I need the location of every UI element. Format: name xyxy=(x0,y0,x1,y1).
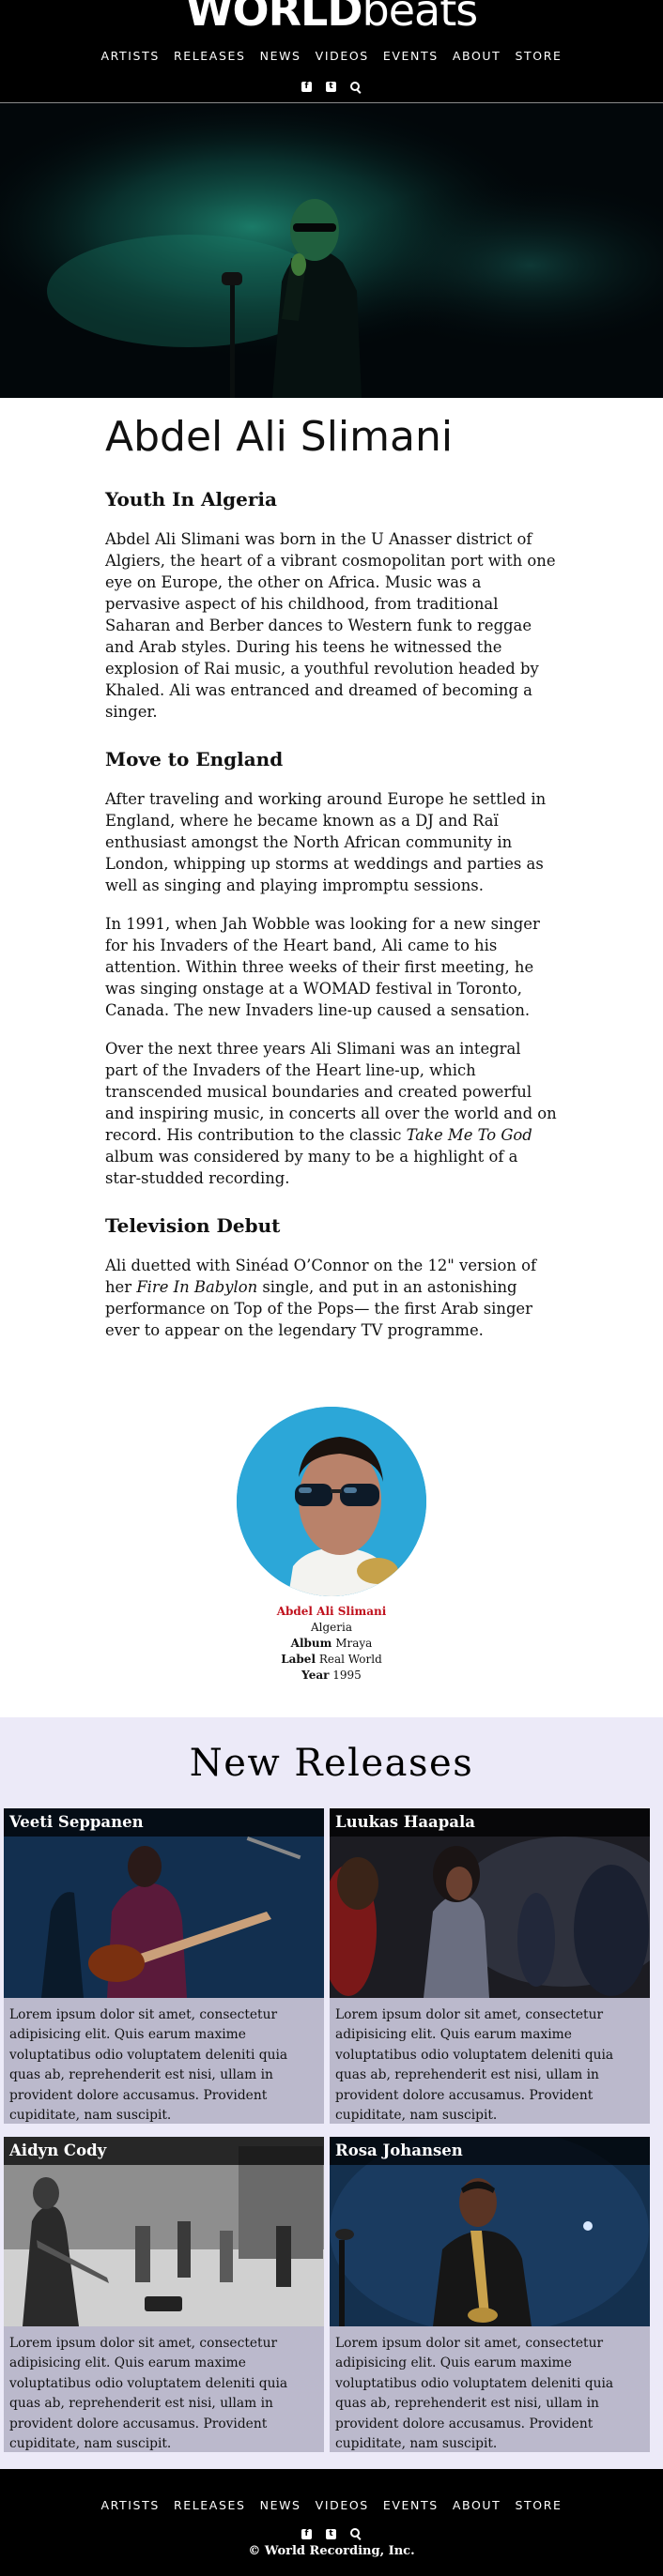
search-icon[interactable] xyxy=(350,2528,362,2539)
release-description: Lorem ipsum dolor sit amet, consectetur … xyxy=(335,2006,614,2124)
nav-news[interactable]: NEWS xyxy=(260,49,301,63)
single-title: Fire In Babylon xyxy=(136,1277,258,1296)
section-heading: Move to England xyxy=(105,747,284,770)
avatar-portrait xyxy=(237,1406,426,1596)
saxophonist-photo xyxy=(330,2136,650,2326)
releases-title: New Releases xyxy=(189,1741,474,1785)
paragraph-text: album was considered by many to be a hig… xyxy=(105,1147,518,1187)
release-photo: Veeti Seppanen xyxy=(4,1807,324,1998)
section-paragraph: Over the next three years Ali Slimani wa… xyxy=(105,1038,558,1189)
album-label: Album xyxy=(290,1636,332,1650)
search-icon[interactable] xyxy=(350,81,362,93)
artist-article: Abdel Ali Slimani Youth In Algeria Abdel… xyxy=(0,413,663,1341)
main-nav: ARTISTS RELEASES NEWS VIDEOS EVENTS ABOU… xyxy=(0,46,663,64)
footer-social-icons: f t xyxy=(0,2524,663,2542)
singer-crowd-photo xyxy=(330,1807,650,1998)
profile-year-row: Year 1995 xyxy=(0,1668,663,1684)
twitter-icon[interactable]: t xyxy=(326,82,336,92)
profile-label-row: Label Real World xyxy=(0,1652,663,1668)
hero-concert-photo xyxy=(0,103,663,398)
release-photo: Aidyn Cody xyxy=(4,2136,324,2326)
releases-grid: Veeti Seppanen Lorem ipsum dolor sit ame… xyxy=(0,1807,663,2452)
section-paragraph: Ali duetted with Sinéad O’Connor on the … xyxy=(105,1255,558,1341)
nav-videos[interactable]: VIDEOS xyxy=(316,49,369,63)
label-value: Real World xyxy=(318,1652,382,1666)
label-label: Label xyxy=(281,1652,316,1666)
footer-nav-releases[interactable]: RELEASES xyxy=(174,2498,246,2512)
site-header: WORLDbeats ARTISTS RELEASES NEWS VIDEOS … xyxy=(0,0,663,103)
avatar xyxy=(237,1406,426,1596)
footer-nav: ARTISTS RELEASES NEWS VIDEOS EVENTS ABOU… xyxy=(0,2495,663,2513)
footer-nav-videos[interactable]: VIDEOS xyxy=(316,2498,369,2512)
album-title: Take Me To God xyxy=(406,1125,532,1144)
release-photo: Luukas Haapala xyxy=(330,1807,650,1998)
guitarist-photo xyxy=(4,1807,324,1998)
site-logo[interactable]: WORLDbeats xyxy=(0,0,663,44)
release-photo: Rosa Johansen xyxy=(330,2136,650,2326)
artist-title: Abdel Ali Slimani xyxy=(105,413,454,461)
nav-artists[interactable]: ARTISTS xyxy=(101,49,160,63)
release-card[interactable]: Luukas Haapala Lorem ipsum dolor sit ame… xyxy=(330,1807,650,2124)
paragraph-text: After traveling and working around Europ… xyxy=(105,789,547,894)
site-footer: ARTISTS RELEASES NEWS VIDEOS EVENTS ABOU… xyxy=(0,2468,663,2576)
footer-nav-news[interactable]: NEWS xyxy=(260,2498,301,2512)
nav-releases[interactable]: RELEASES xyxy=(174,49,246,63)
section-paragraph: After traveling and working around Europ… xyxy=(105,788,558,896)
release-description: Lorem ipsum dolor sit amet, consectetur … xyxy=(9,2335,288,2452)
new-releases-section: New Releases Veeti Seppanen Lorem ipsum … xyxy=(0,1716,663,2469)
section-paragraph: In 1991, when Jah Wobble was looking for… xyxy=(105,913,558,1021)
release-artist-name: Luukas Haapala xyxy=(330,1807,650,1837)
profile-album-row: Album Mraya xyxy=(0,1636,663,1652)
release-description: Lorem ipsum dolor sit amet, consectetur … xyxy=(335,2335,614,2452)
profile-name: Abdel Ali Slimani xyxy=(276,1604,387,1618)
footer-nav-store[interactable]: STORE xyxy=(516,2498,563,2512)
release-description: Lorem ipsum dolor sit amet, consectetur … xyxy=(9,2006,288,2124)
release-artist-name: Aidyn Cody xyxy=(4,2136,324,2165)
facebook-icon[interactable]: f xyxy=(301,82,312,92)
social-icons: f t xyxy=(0,77,663,95)
street-musician-photo xyxy=(4,2136,324,2326)
logo-light-text: beats xyxy=(362,0,479,36)
nav-about[interactable]: ABOUT xyxy=(453,49,501,63)
footer-nav-events[interactable]: EVENTS xyxy=(383,2498,439,2512)
profile-caption: Abdel Ali Slimani Algeria Album Mraya La… xyxy=(0,1604,663,1684)
release-card[interactable]: Rosa Johansen Lorem ipsum dolor sit amet… xyxy=(330,2136,650,2452)
facebook-icon[interactable]: f xyxy=(301,2528,312,2539)
year-value: 1995 xyxy=(332,1668,362,1682)
section-heading: Television Debut xyxy=(105,1213,281,1237)
footer-nav-about[interactable]: ABOUT xyxy=(453,2498,501,2512)
year-label: Year xyxy=(301,1668,330,1682)
nav-events[interactable]: EVENTS xyxy=(383,49,439,63)
release-card[interactable]: Aidyn Cody Lorem ipsum dolor sit amet, c… xyxy=(4,2136,324,2452)
footer-nav-artists[interactable]: ARTISTS xyxy=(101,2498,160,2512)
album-value: Mraya xyxy=(335,1636,373,1650)
nav-store[interactable]: STORE xyxy=(516,49,563,63)
paragraph-text: In 1991, when Jah Wobble was looking for… xyxy=(105,914,540,1019)
section-paragraph: Abdel Ali Slimani was born in the U Anas… xyxy=(105,528,558,723)
copyright-text: © World Recording, Inc. xyxy=(248,2543,415,2558)
release-artist-name: Veeti Seppanen xyxy=(4,1807,324,1837)
paragraph-text: Abdel Ali Slimani was born in the U Anas… xyxy=(105,529,556,721)
profile-origin: Algeria xyxy=(310,1620,352,1634)
logo-bold-text: WORLD xyxy=(185,0,363,36)
release-card[interactable]: Veeti Seppanen Lorem ipsum dolor sit ame… xyxy=(4,1807,324,2124)
artist-profile-card: Abdel Ali Slimani Algeria Album Mraya La… xyxy=(0,1406,663,1717)
section-heading: Youth In Algeria xyxy=(105,487,277,511)
twitter-icon[interactable]: t xyxy=(326,2528,336,2539)
release-artist-name: Rosa Johansen xyxy=(330,2136,650,2165)
hero-image xyxy=(0,103,663,398)
